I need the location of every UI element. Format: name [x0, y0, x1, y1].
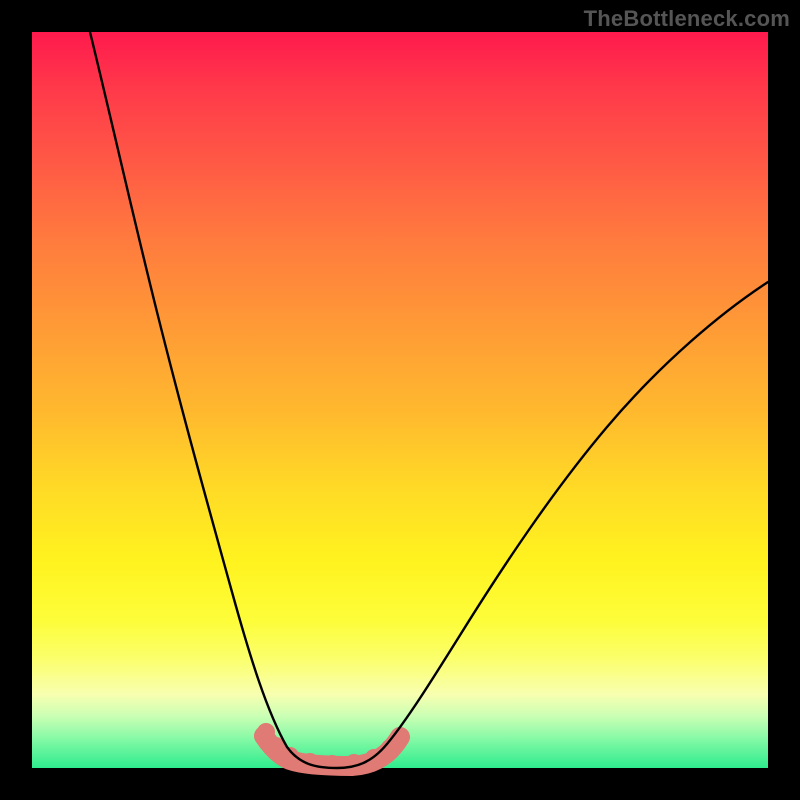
flat-highlight-band [257, 723, 409, 773]
highlight-dot [323, 755, 341, 773]
watermark-text: TheBottleneck.com [584, 6, 790, 32]
chart-svg [32, 32, 768, 768]
plot-area [32, 32, 768, 768]
bottleneck-curve-path [90, 32, 768, 768]
chart-frame: TheBottleneck.com [0, 0, 800, 800]
